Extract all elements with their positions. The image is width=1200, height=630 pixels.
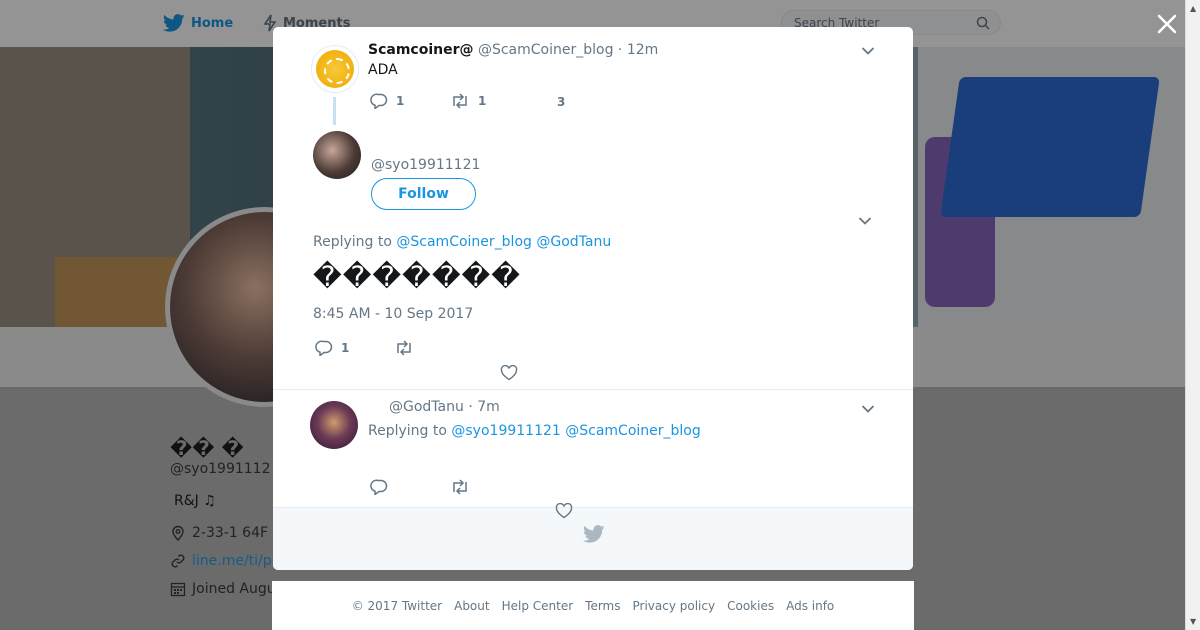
reply-icon [370, 479, 388, 495]
profile-handle: @syo1991112 [170, 461, 271, 477]
calendar-icon [170, 582, 186, 597]
tweet1-header: Scamcoiner@ @ScamCoiner_blog · 12m [368, 42, 658, 58]
reply-mention-link[interactable]: @ScamCoiner_blog [396, 234, 532, 250]
retweet-icon [453, 93, 467, 109]
main-tweet-retweet-button[interactable] [394, 340, 414, 356]
tweet1-handle[interactable]: @ScamCoiner_blog [478, 42, 614, 58]
tweet1-text: ADA [368, 62, 398, 78]
footer-cookies-link[interactable]: Cookies [727, 599, 774, 613]
reply-tweet-header: @GodTanu · 7m [389, 399, 500, 415]
footer-ads-link[interactable]: Ads info [786, 599, 834, 613]
reply-tweet-replying-to: Replying to @syo19911121 @ScamCoiner_blo… [368, 423, 701, 439]
main-tweet-replying-to: Replying to @ScamCoiner_blog @GodTanu [313, 234, 611, 250]
tweet1-like-count: 3 [557, 95, 566, 109]
tweet1-reply-button[interactable]: 1 [370, 93, 404, 109]
retweet-icon [453, 479, 467, 495]
retweet-icon [397, 340, 411, 356]
profile-location-text: 2-33-1 64F [192, 525, 269, 541]
tweet1-like-button[interactable]: 3 [557, 95, 565, 109]
profile-joined-text: Joined Augu [192, 581, 276, 597]
main-tweet-text: ������� [313, 260, 521, 293]
main-tweet-like-button[interactable] [500, 365, 518, 381]
profile-bio: R&J ♫ [174, 493, 216, 509]
replying-prefix: Replying to [313, 234, 392, 250]
scroll-down-arrow-icon[interactable]: ▼ [1190, 617, 1196, 626]
profile-url-text[interactable]: line.me/ti/p [192, 553, 272, 569]
footer-terms-link[interactable]: Terms [585, 599, 620, 613]
reply-tweet-time[interactable]: · 7m [468, 399, 499, 415]
tweet1-time[interactable]: · 12m [618, 42, 658, 58]
heart-icon [555, 503, 573, 519]
profile-location: 2-33-1 64F [170, 525, 268, 541]
main-tweet-reply-count: 1 [341, 341, 350, 355]
main-tweet-timestamp[interactable]: 8:45 AM - 10 Sep 2017 [313, 306, 473, 322]
location-icon [172, 525, 184, 541]
thread-connector [333, 97, 336, 125]
footer-privacy-link[interactable]: Privacy policy [633, 599, 716, 613]
page-footer: © 2017 Twitter About Help Center Terms P… [272, 581, 914, 630]
twitter-bird-icon [163, 14, 185, 32]
reply-mention-link[interactable]: @ScamCoiner_blog [565, 423, 701, 439]
footer-copyright: © 2017 Twitter [351, 598, 443, 613]
footer-help-link[interactable]: Help Center [502, 599, 574, 613]
close-icon[interactable] [1155, 12, 1179, 36]
tweet1-name[interactable]: Scamcoiner@ [368, 42, 474, 58]
main-tweet-handle[interactable]: @syo19911121 [371, 157, 480, 173]
footer-about-link[interactable]: About [454, 599, 489, 613]
reply-tweet-handle[interactable]: @GodTanu [389, 399, 464, 415]
reply-mention-link[interactable]: @GodTanu [536, 234, 611, 250]
syo-avatar[interactable] [313, 131, 361, 179]
heart-icon [500, 365, 518, 381]
follow-button[interactable]: Follow [371, 178, 476, 210]
search-icon[interactable] [976, 16, 990, 30]
profile-name: �� � [170, 436, 244, 460]
page-scrollbar[interactable]: ▲ ▼ [1185, 0, 1200, 630]
reply-tweet-reply-button[interactable] [370, 479, 388, 495]
tweet-permalink-modal: Scamcoiner@ @ScamCoiner_blog · 12m ADA 1… [273, 27, 913, 570]
chevron-down-icon[interactable] [861, 46, 875, 56]
reply-tweet-like-button[interactable] [555, 503, 573, 519]
chevron-down-icon[interactable] [858, 216, 872, 226]
reply-icon [315, 340, 333, 356]
reply-mention-link[interactable]: @syo19911121 [451, 423, 560, 439]
scamcoiner-avatar[interactable] [311, 45, 359, 93]
godtanu-avatar[interactable] [310, 401, 358, 449]
replying-prefix: Replying to [368, 423, 447, 439]
tweet-divider [273, 389, 913, 390]
nav-home[interactable]: Home [163, 14, 233, 32]
nav-home-label: Home [191, 15, 234, 31]
scroll-up-arrow-icon[interactable]: ▲ [1190, 4, 1196, 13]
profile-url[interactable]: line.me/ti/p [170, 553, 272, 569]
twitter-bird-icon [583, 525, 605, 543]
chevron-down-icon[interactable] [861, 404, 875, 414]
main-tweet-reply-button[interactable]: 1 [315, 340, 349, 356]
profile-joined: Joined Augu [170, 581, 276, 597]
tweet1-retweet-count: 1 [478, 94, 487, 108]
link-icon [171, 554, 185, 568]
tweet1-retweet-button[interactable]: 1 [450, 93, 486, 109]
tweet1-reply-count: 1 [396, 94, 405, 108]
reply-icon [370, 93, 388, 109]
reply-tweet-retweet-button[interactable] [450, 479, 470, 495]
